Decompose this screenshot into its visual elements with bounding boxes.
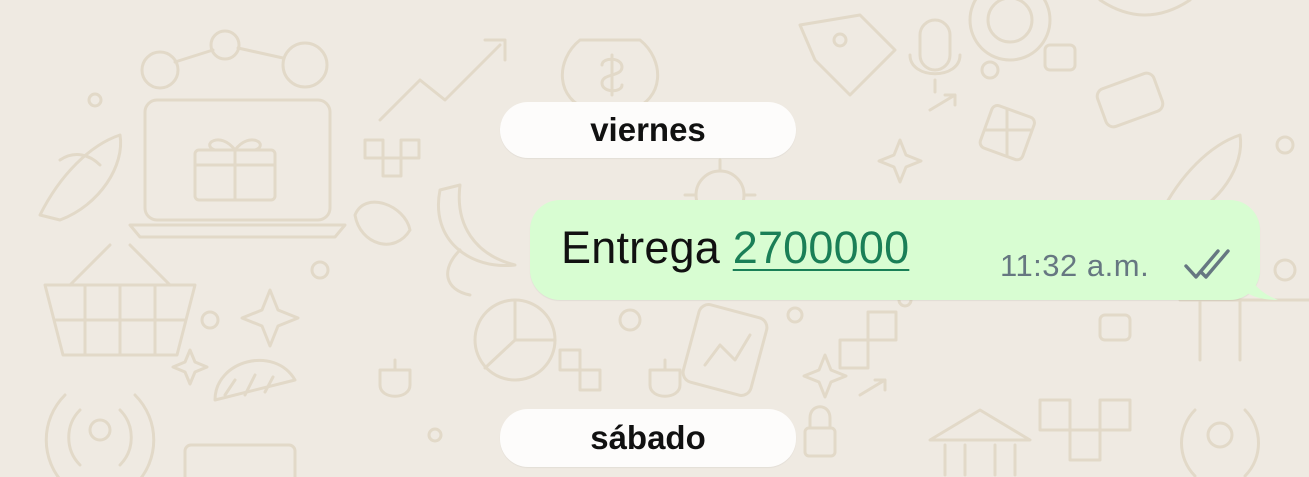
date-divider-viernes: viernes [500, 102, 796, 158]
outgoing-message-bubble[interactable]: Entrega 2700000 11:32 a.m. [530, 200, 1278, 300]
message-timestamp: 11:32 a.m. [1000, 248, 1150, 283]
bubble-tail [1246, 270, 1278, 300]
double-check-icon [1184, 249, 1230, 279]
message-text: Entrega 2700000 [561, 222, 909, 274]
message-number-link[interactable]: 2700000 [733, 222, 910, 273]
date-divider-sabado: sábado [500, 409, 796, 467]
message-body-text: Entrega [561, 222, 733, 273]
